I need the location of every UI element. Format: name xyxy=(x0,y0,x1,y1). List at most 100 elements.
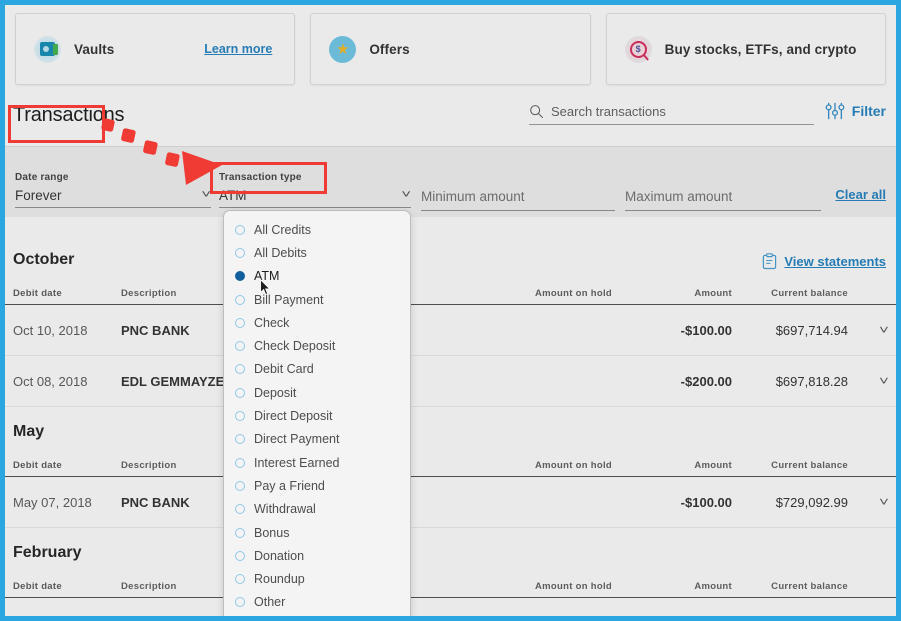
filter-button[interactable]: Filter xyxy=(825,101,886,121)
col-current-balance: Current balance xyxy=(732,288,848,299)
dropdown-option-check[interactable]: Check xyxy=(224,311,410,334)
promo-card-label: Offers xyxy=(369,42,409,57)
search-input[interactable] xyxy=(551,104,814,119)
dropdown-option-all-credits[interactable]: All Credits xyxy=(224,218,410,241)
dropdown-option-label: Check Deposit xyxy=(254,339,335,353)
dropdown-option-bonus[interactable]: Bonus xyxy=(224,521,410,544)
promo-card-invest[interactable]: $ Buy stocks, ETFs, and crypto xyxy=(606,13,886,85)
maximum-amount-input[interactable]: Maximum amount xyxy=(625,188,821,211)
row-expand-chevron-down-icon[interactable]: ˅ xyxy=(841,323,889,337)
col-amount: Amount xyxy=(612,581,732,592)
view-statements-link[interactable]: View statements xyxy=(762,253,886,270)
transaction-type-select[interactable]: Transaction type ATM ˅ xyxy=(219,172,411,208)
col-debit-date: Debit date xyxy=(13,460,121,471)
dropdown-option-label: Withdrawal xyxy=(254,502,316,516)
transaction-type-dropdown-menu[interactable]: All Credits All Debits ATMBill Payment Chec… xyxy=(223,210,411,621)
radio-unselected-icon xyxy=(235,434,245,444)
radio-unselected-icon xyxy=(235,318,245,328)
cell-date: Oct 10, 2018 xyxy=(13,323,121,338)
learn-more-link[interactable]: Learn more xyxy=(204,42,272,56)
dropdown-option-deposit[interactable]: Deposit xyxy=(224,381,410,404)
dropdown-option-all-debits[interactable]: All Debits xyxy=(224,241,410,264)
dropdown-option-label: Debit Card xyxy=(254,362,314,376)
radio-unselected-icon xyxy=(235,551,245,561)
page-title: Transactions xyxy=(13,104,124,127)
column-headers: Debit date Description Type Amount on ho… xyxy=(5,453,896,477)
dropdown-option-debit-card[interactable]: Debit Card xyxy=(224,358,410,381)
row-expand-chevron-down-icon[interactable]: ˅ xyxy=(841,495,889,509)
document-icon xyxy=(762,253,777,270)
col-amount-on-hold: Amount on hold xyxy=(476,581,612,592)
radio-unselected-icon xyxy=(235,597,245,607)
cell-balance: $729,092.99 xyxy=(732,495,848,510)
dropdown-option-direct-payment[interactable]: Direct Payment xyxy=(224,428,410,451)
vault-icon xyxy=(34,36,61,63)
col-debit-date: Debit date xyxy=(13,288,121,299)
search-field-wrapper[interactable] xyxy=(529,104,814,125)
column-headers: Debit date Description Type Amount on ho… xyxy=(5,574,896,598)
cell-date: Oct 08, 2018 xyxy=(13,374,121,389)
minimum-amount-placeholder: Minimum amount xyxy=(421,189,525,204)
dropdown-option-label: Direct Payment xyxy=(254,432,339,446)
promo-card-offers[interactable]: ★ Offers xyxy=(310,13,590,85)
radio-unselected-icon xyxy=(235,364,245,374)
promo-card-label: Vaults xyxy=(74,42,114,57)
cell-balance: $697,714.94 xyxy=(732,323,848,338)
dropdown-option-direct-deposit[interactable]: Direct Deposit xyxy=(224,404,410,427)
dropdown-option-donation[interactable]: Donation xyxy=(224,544,410,567)
filter-label: Filter xyxy=(852,103,886,119)
promo-card-vaults[interactable]: Vaults Learn more xyxy=(15,13,295,85)
minimum-amount-input[interactable]: Minimum amount xyxy=(421,188,615,211)
dropdown-option-bill-payment[interactable]: Bill Payment xyxy=(224,288,410,311)
dropdown-option-pay-a-friend[interactable]: Pay a Friend xyxy=(224,474,410,497)
search-icon xyxy=(529,104,544,119)
dropdown-option-label: Donation xyxy=(254,549,304,563)
dropdown-option-label: Direct Deposit xyxy=(254,409,333,423)
cell-amount: -$200.00 xyxy=(612,374,732,389)
radio-unselected-icon xyxy=(235,411,245,421)
transaction-type-value: ATM xyxy=(219,188,247,203)
app-window: Vaults Learn more ★ Offers $ Buy stocks,… xyxy=(0,0,901,621)
dropdown-option-other[interactable]: Other xyxy=(224,591,410,614)
dropdown-option-label: All Debits xyxy=(254,246,307,260)
dropdown-option-withdrawal[interactable]: Withdrawal xyxy=(224,498,410,521)
radio-unselected-icon xyxy=(235,528,245,538)
invest-magnifier-dollar-icon: $ xyxy=(625,36,652,63)
date-range-select[interactable]: Date range Forever ˅ xyxy=(15,172,211,208)
date-range-value: Forever xyxy=(15,188,62,203)
col-current-balance: Current balance xyxy=(732,581,848,592)
table-row[interactable]: Oct 10, 2018 PNC BANK ATM -$100.00 $697,… xyxy=(5,305,896,356)
transaction-group-may: May Debit date Description Type Amount o… xyxy=(5,407,896,528)
dropdown-option-label: Bonus xyxy=(254,526,289,540)
promo-card-label: Buy stocks, ETFs, and crypto xyxy=(665,42,857,57)
dropdown-option-label: Interest Earned xyxy=(254,456,339,470)
cell-amount: -$100.00 xyxy=(612,323,732,338)
radio-unselected-icon xyxy=(235,248,245,258)
transactions-list: October Debit date Description Type Amou… xyxy=(5,217,896,616)
dropdown-option-interest-earned[interactable]: Interest Earned xyxy=(224,451,410,474)
dropdown-option-label: Other xyxy=(254,595,285,609)
dropdown-option-label: Check xyxy=(254,316,289,330)
mouse-cursor xyxy=(260,279,272,297)
dropdown-option-roundup[interactable]: Roundup xyxy=(224,567,410,590)
date-range-label: Date range xyxy=(15,172,211,183)
row-expand-chevron-down-icon[interactable]: ˅ xyxy=(841,374,889,388)
dropdown-option-atm[interactable]: ATM xyxy=(224,265,410,288)
dropdown-option-label: Deposit xyxy=(254,386,296,400)
table-row[interactable]: May 07, 2018 PNC BANK ATM -$100.00 $729,… xyxy=(5,477,896,528)
transaction-type-label: Transaction type xyxy=(219,172,411,183)
col-amount-on-hold: Amount on hold xyxy=(476,460,612,471)
dropdown-option-check-deposit[interactable]: Check Deposit xyxy=(224,334,410,357)
radio-unselected-icon xyxy=(235,225,245,235)
view-statements-label: View statements xyxy=(784,254,886,269)
cell-balance: $697,818.28 xyxy=(732,374,848,389)
table-row[interactable]: Oct 08, 2018 EDL GEMMAYZEH ATM -$200.00 … xyxy=(5,356,896,407)
clear-all-link[interactable]: Clear all xyxy=(835,187,886,202)
radio-unselected-icon xyxy=(235,481,245,491)
radio-unselected-icon xyxy=(235,574,245,584)
dropdown-option-label: Pay a Friend xyxy=(254,479,325,493)
transaction-group-february: February Debit date Description Type Amo… xyxy=(5,528,896,598)
radio-unselected-icon xyxy=(235,388,245,398)
month-heading: May xyxy=(5,423,896,441)
cell-date: May 07, 2018 xyxy=(13,495,121,510)
